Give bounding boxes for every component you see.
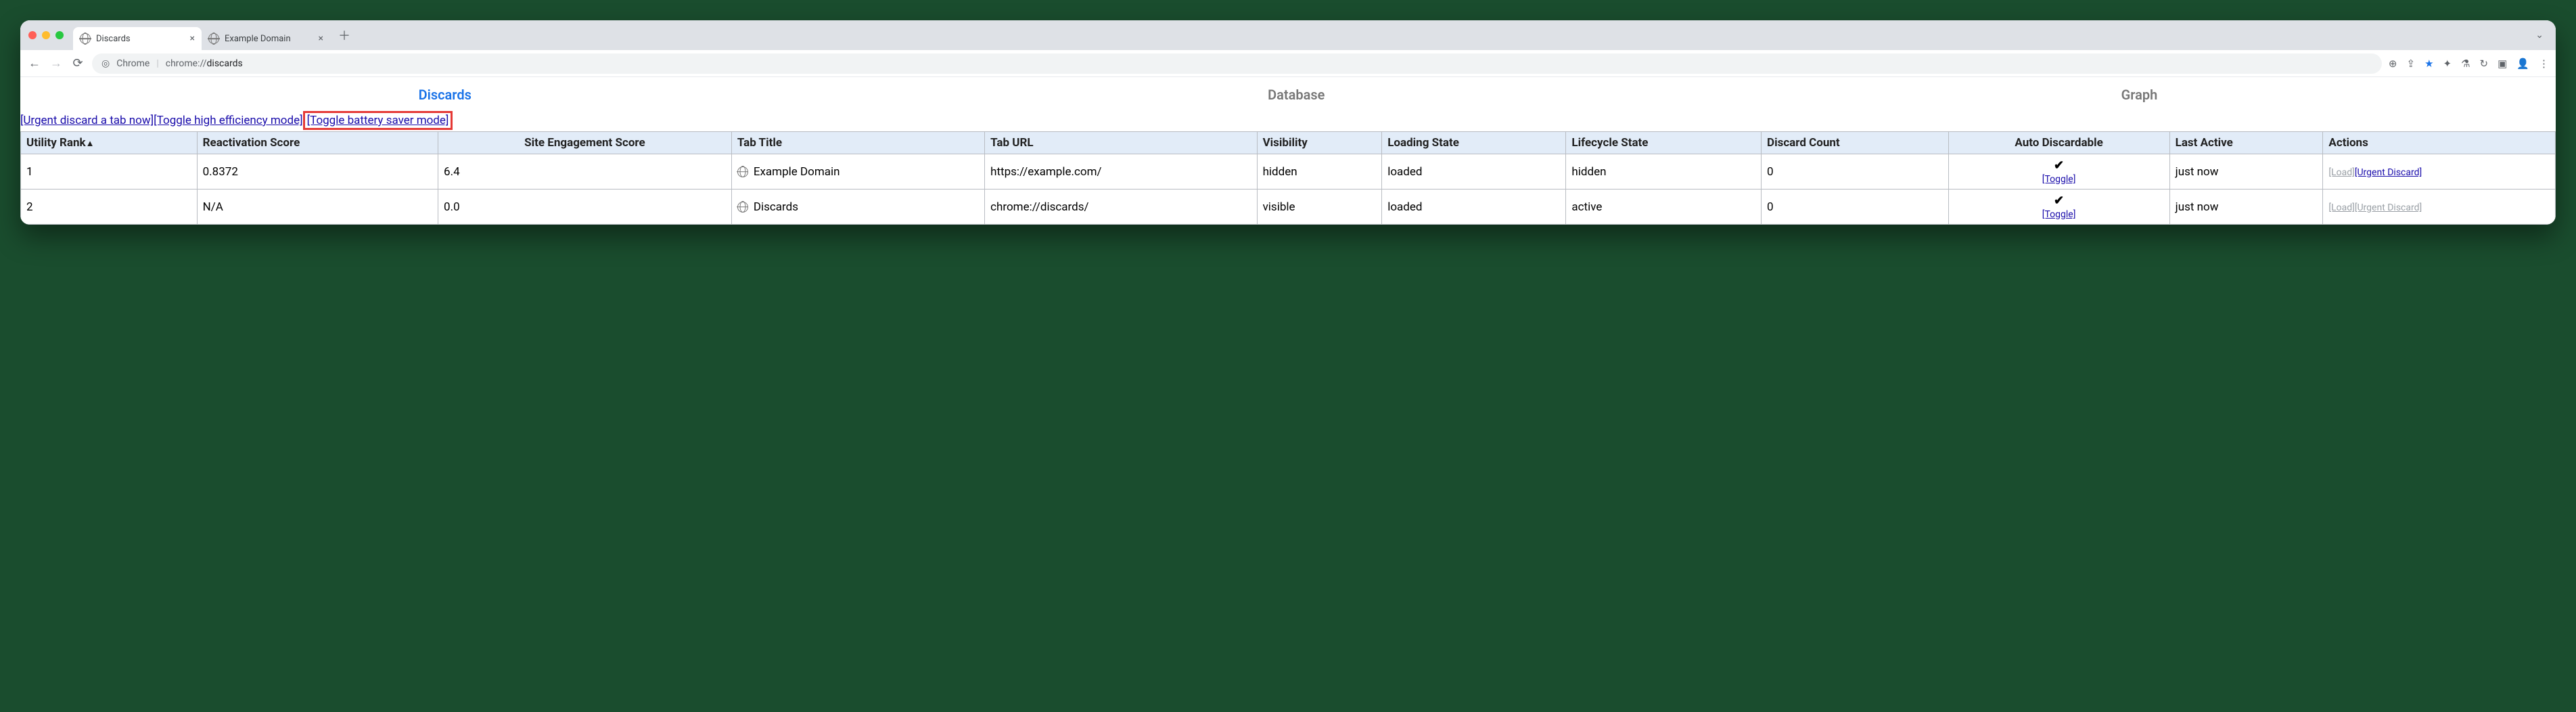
urgent-discard-link[interactable]: [Urgent discard a tab now] [20, 114, 154, 127]
globe-icon [737, 166, 748, 177]
col-tab-url[interactable]: Tab URL [985, 132, 1257, 154]
address-bar[interactable]: ◎ Chrome | chrome://discards [92, 53, 2382, 74]
col-auto-discardable[interactable]: Auto Discardable [1948, 132, 2169, 154]
toggle-high-efficiency-link[interactable]: [Toggle high efficiency mode] [154, 114, 302, 127]
col-utility-rank[interactable]: Utility Rank▲ [21, 132, 198, 154]
close-tab-icon[interactable]: × [190, 33, 195, 44]
tab-title: Example Domain [225, 34, 291, 44]
sort-asc-icon: ▲ [86, 139, 95, 149]
check-icon: ✔ [2054, 158, 2064, 173]
cell-lifecycle: hidden [1566, 154, 1762, 190]
globe-icon [208, 33, 219, 44]
browser-window: Discards × Example Domain × ＋ ⌄ ← → ⟳ ◎ … [20, 20, 2556, 225]
col-lifecycle-state[interactable]: Lifecycle State [1566, 132, 1762, 154]
back-button[interactable]: ← [27, 56, 42, 70]
page-tabs: Discards Database Graph [20, 77, 2556, 111]
discards-table: Utility Rank▲ Reactivation Score Site En… [20, 131, 2556, 225]
side-panel-icon[interactable]: ▣ [2498, 58, 2507, 70]
new-tab-button[interactable]: ＋ [330, 26, 359, 44]
cell-visibility: visible [1257, 190, 1382, 225]
col-visibility[interactable]: Visibility [1257, 132, 1382, 154]
cell-loading: loaded [1382, 190, 1566, 225]
cell-actions: [Load][Urgent Discard] [2323, 154, 2556, 190]
cell-lifecycle: active [1566, 190, 1762, 225]
extensions-icon[interactable]: ✦ [2443, 58, 2452, 70]
labs-icon[interactable]: ⚗ [2461, 58, 2470, 70]
share-icon[interactable]: ⇪ [2406, 58, 2415, 70]
address-text: chrome://discards [166, 58, 243, 69]
cell-last-active: just now [2169, 190, 2323, 225]
cell-reactivation: 0.8372 [197, 154, 438, 190]
cell-rank: 1 [21, 154, 198, 190]
maximize-window-button[interactable] [55, 31, 64, 39]
forward-button[interactable]: → [49, 56, 64, 70]
divider: | [156, 58, 158, 69]
col-loading-state[interactable]: Loading State [1382, 132, 1566, 154]
cell-title: Example Domain [731, 154, 984, 190]
browser-tab-1[interactable]: Example Domain × [202, 27, 330, 50]
zoom-icon[interactable]: ⊕ [2389, 58, 2397, 70]
table-row: 10.83726.4Example Domainhttps://example.… [21, 154, 2556, 190]
cell-url: chrome://discards/ [985, 190, 1257, 225]
refresh-icon[interactable]: ↻ [2480, 58, 2489, 70]
col-tab-title[interactable]: Tab Title [731, 132, 984, 154]
cell-actions: [Load][Urgent Discard] [2323, 190, 2556, 225]
globe-icon [737, 202, 748, 213]
load-link[interactable]: [Load] [2328, 202, 2354, 213]
tabs-dropdown-icon[interactable]: ⌄ [2531, 30, 2548, 41]
browser-tab-0[interactable]: Discards × [73, 27, 202, 50]
window-controls [28, 31, 64, 39]
address-label: Chrome [116, 58, 150, 69]
col-actions[interactable]: Actions [2323, 132, 2556, 154]
cell-discard-count: 0 [1762, 190, 1949, 225]
toolbar-right: ⊕ ⇪ ★ ✦ ⚗ ↻ ▣ 👤 ⋮ [2389, 58, 2549, 70]
cell-last-active: just now [2169, 154, 2323, 190]
toggle-auto-discardable-link[interactable]: [Toggle] [2042, 174, 2076, 185]
tab-strip: Discards × Example Domain × ＋ ⌄ [20, 20, 2556, 50]
load-link[interactable]: [Load] [2328, 167, 2354, 178]
menu-icon[interactable]: ⋮ [2539, 58, 2549, 70]
check-icon: ✔ [2054, 194, 2064, 208]
table-row: 2N/A0.0Discardschrome://discards/visible… [21, 190, 2556, 225]
col-last-active[interactable]: Last Active [2169, 132, 2323, 154]
globe-icon [80, 33, 91, 44]
cell-discard-count: 0 [1762, 154, 1949, 190]
minimize-window-button[interactable] [42, 31, 50, 39]
urgent-discard-link[interactable]: [Urgent Discard] [2355, 202, 2422, 213]
close-tab-icon[interactable]: × [319, 33, 323, 44]
cell-title: Discards [731, 190, 984, 225]
toggle-auto-discardable-link[interactable]: [Toggle] [2042, 209, 2076, 220]
profile-icon[interactable]: 👤 [2516, 58, 2529, 70]
col-discard-count[interactable]: Discard Count [1762, 132, 1949, 154]
cell-visibility: hidden [1257, 154, 1382, 190]
cell-auto-discardable: ✔[Toggle] [1948, 154, 2169, 190]
col-reactivation-score[interactable]: Reactivation Score [197, 132, 438, 154]
close-window-button[interactable] [28, 31, 37, 39]
tab-discards[interactable]: Discards [419, 87, 472, 103]
cell-loading: loaded [1382, 154, 1566, 190]
col-site-engagement[interactable]: Site Engagement Score [438, 132, 732, 154]
cell-reactivation: N/A [197, 190, 438, 225]
cell-url: https://example.com/ [985, 154, 1257, 190]
reload-button[interactable]: ⟳ [70, 56, 85, 70]
bookmark-star-icon[interactable]: ★ [2424, 58, 2433, 70]
tab-database[interactable]: Database [1268, 87, 1325, 103]
cell-engagement: 6.4 [438, 154, 732, 190]
cell-engagement: 0.0 [438, 190, 732, 225]
toggle-battery-saver-link[interactable]: [Toggle battery saver mode] [307, 114, 449, 127]
highlight-box: [Toggle battery saver mode] [303, 111, 453, 130]
cell-rank: 2 [21, 190, 198, 225]
urgent-discard-link[interactable]: [Urgent Discard] [2355, 167, 2422, 178]
action-link-row: [Urgent discard a tab now][Toggle high e… [20, 111, 2556, 131]
cell-auto-discardable: ✔[Toggle] [1948, 190, 2169, 225]
tab-graph[interactable]: Graph [2121, 87, 2158, 103]
toolbar: ← → ⟳ ◎ Chrome | chrome://discards ⊕ ⇪ ★… [20, 50, 2556, 77]
chrome-logo-icon: ◎ [101, 58, 110, 69]
tab-title: Discards [96, 34, 131, 44]
